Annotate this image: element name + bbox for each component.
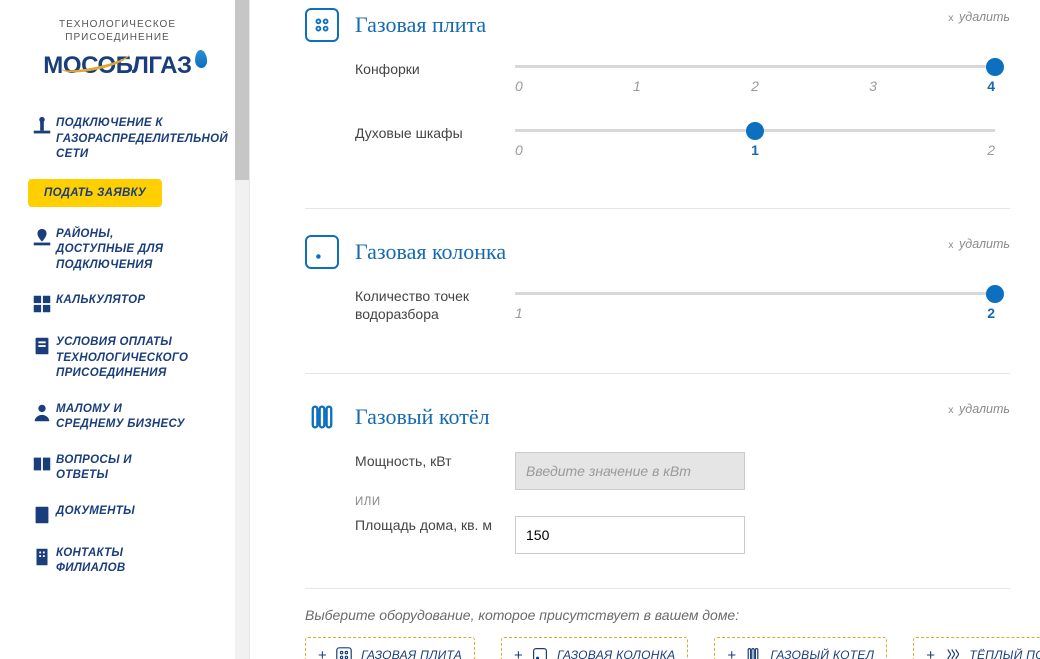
sidebar-item-calculator[interactable]: КАЛЬКУЛЯТОР: [0, 283, 235, 325]
add-stove-chip[interactable]: + ГАЗОВАЯ ПЛИТА: [305, 637, 475, 659]
add-heater-chip[interactable]: + ГАЗОВАЯ КОЛОНКА: [501, 637, 688, 659]
sidebar-item-faq[interactable]: ВОПРОСЫ ИОТВЕТЫ: [0, 443, 235, 494]
boiler-title: Газовый котёл: [355, 404, 490, 430]
heater-mini-icon: [531, 646, 549, 659]
scrollbar[interactable]: [235, 0, 249, 659]
sidebar-item-documents[interactable]: ДОКУМЕНТЫ: [0, 494, 235, 536]
calculator-icon: [28, 293, 56, 315]
delete-boiler[interactable]: х удалить: [948, 402, 1010, 416]
area-input[interactable]: [515, 516, 745, 554]
submit-button[interactable]: ПОДАТЬ ЗАЯВКУ: [28, 179, 162, 207]
person-icon: [28, 402, 56, 424]
flame-icon: [194, 50, 207, 69]
scrollbar-thumb[interactable]: [235, 0, 249, 180]
device-heater: х удалить Газовая колонка Количество точ…: [305, 227, 1010, 374]
sidebar-item-connection[interactable]: ПОДКЛЮЧЕНИЕ КГАЗОРАСПРЕДЕЛИТЕЛЬНОЙСЕТИ: [0, 106, 235, 173]
sidebar-item-payment[interactable]: УСЛОВИЯ ОПЛАТЫТЕХНОЛОГИЧЕСКОГОПРИСОЕДИНЕ…: [0, 325, 235, 392]
building-icon: [28, 546, 56, 568]
ovens-slider[interactable]: 0 1 2: [515, 124, 995, 158]
sidebar-item-contacts[interactable]: КОНТАКТЫФИЛИАЛОВ: [0, 536, 235, 587]
brand-logo[interactable]: МОСОБЛГАЗ: [0, 52, 235, 80]
sidebar-nav: ПОДКЛЮЧЕНИЕ КГАЗОРАСПРЕДЕЛИТЕЛЬНОЙСЕТИ: [0, 106, 235, 173]
heater-title: Газовая колонка: [355, 239, 506, 265]
boiler-mini-icon: [744, 646, 762, 659]
equipment-chips: + ГАЗОВАЯ ПЛИТА + ГАЗОВАЯ КОЛОНКА + ГАЗО…: [305, 637, 1010, 659]
connection-icon: [28, 116, 56, 138]
sidebar-item-small-business[interactable]: МАЛОМУ ИСРЕДНЕМУ БИЗНЕСУ: [0, 392, 235, 443]
brand-tagline: ТЕХНОЛОГИЧЕСКОЕ ПРИСОЕДИНЕНИЕ: [0, 18, 235, 44]
ovens-label: Духовые шкафы: [355, 124, 515, 142]
boiler-icon: [305, 400, 339, 434]
burners-slider[interactable]: 0 1 2 3 4: [515, 60, 995, 94]
map-pin-icon: [28, 227, 56, 249]
points-slider[interactable]: 1 2: [515, 287, 995, 321]
device-stove: х удалить Газовая плита Конфорки 0 1 2 3…: [305, 0, 1010, 209]
stove-title: Газовая плита: [355, 12, 486, 38]
floor-mini-icon: [943, 646, 961, 659]
sidebar-item-regions[interactable]: РАЙОНЫ,ДОСТУПНЫЕ ДЛЯПОДКЛЮЧЕНИЯ: [0, 217, 235, 284]
delete-stove[interactable]: х удалить: [948, 10, 1010, 24]
chooser-note: Выберите оборудование, которое присутств…: [305, 607, 1010, 623]
area-label: Площадь дома, кв. м: [355, 516, 515, 534]
power-input[interactable]: [515, 452, 745, 490]
power-label: Мощность, кВт: [355, 452, 515, 470]
stove-mini-icon: [335, 646, 353, 659]
document-icon: [28, 335, 56, 357]
docs-icon: [28, 504, 56, 526]
add-boiler-chip[interactable]: + ГАЗОВЫЙ КОТЕЛ: [714, 637, 887, 659]
device-boiler: х удалить Газовый котёл Мощность, кВт ИЛ…: [305, 392, 1010, 589]
main-content: х удалить Газовая плита Конфорки 0 1 2 3…: [250, 0, 1040, 659]
sidebar: ТЕХНОЛОГИЧЕСКОЕ ПРИСОЕДИНЕНИЕ МОСОБЛГАЗ …: [0, 0, 250, 659]
stove-icon: [305, 8, 339, 42]
heater-icon: [305, 235, 339, 269]
book-icon: [28, 453, 56, 475]
burners-label: Конфорки: [355, 60, 515, 78]
add-floor-chip[interactable]: + ТЁПЛЫЙ ПОЛ: [913, 637, 1040, 659]
delete-heater[interactable]: х удалить: [948, 237, 1010, 251]
or-label: ИЛИ: [355, 496, 1010, 508]
points-label: Количество точек водоразбора: [355, 287, 515, 323]
